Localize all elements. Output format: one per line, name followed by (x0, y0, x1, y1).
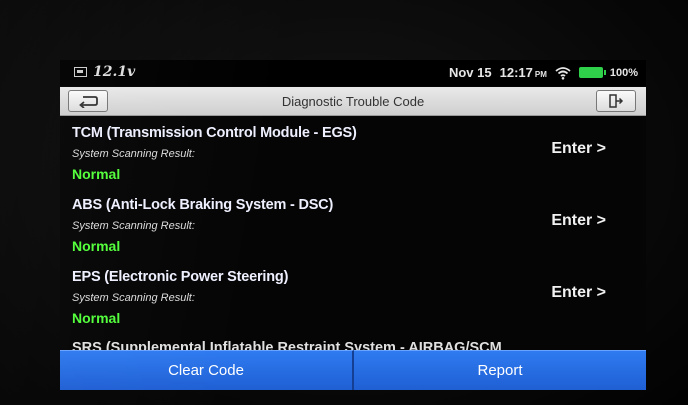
system-item-tcm[interactable]: TCM (Transmission Control Module - EGS) … (60, 116, 646, 188)
enter-button[interactable]: Enter > (551, 140, 606, 158)
bottom-action-bar: Clear Code Report (60, 350, 646, 390)
wifi-icon (555, 66, 571, 80)
system-item-abs[interactable]: ABS (Anti-Lock Braking System - DSC) Sys… (60, 188, 646, 260)
system-name: EPS (Electronic Power Steering) (72, 269, 289, 285)
clear-code-button[interactable]: Clear Code (60, 350, 354, 390)
status-ampm: PM (534, 70, 547, 79)
status-left: 12.1v (74, 64, 135, 80)
status-right: Nov 15 12:17 PM 100% (449, 65, 638, 80)
system-result-label: System Scanning Result: (72, 148, 195, 160)
exit-icon (609, 94, 624, 108)
enter-button[interactable]: Enter > (551, 284, 606, 302)
battery-monitor-icon (74, 67, 87, 77)
system-status: Normal (72, 238, 121, 254)
voltage-readout: 12.1v (93, 64, 136, 80)
system-name: ABS (Anti-Lock Braking System - DSC) (72, 197, 334, 213)
system-result-label: System Scanning Result: (72, 220, 195, 232)
system-list: TCM (Transmission Control Module - EGS) … (60, 116, 646, 350)
system-status: Normal (72, 166, 121, 182)
device-screen: 12.1v Nov 15 12:17 PM 100% Diagnostic Tr… (60, 60, 646, 390)
report-button[interactable]: Report (354, 350, 646, 390)
system-status: Normal (72, 310, 121, 326)
battery-icon (578, 67, 606, 78)
title-bar: Diagnostic Trouble Code (60, 87, 646, 116)
battery-percent: 100% (609, 66, 638, 79)
system-name: TCM (Transmission Control Module - EGS) (72, 125, 357, 141)
enter-button[interactable]: Enter > (551, 212, 606, 230)
status-bar: 12.1v Nov 15 12:17 PM 100% (60, 60, 646, 86)
battery-status: 100% (578, 66, 638, 79)
system-result-label: System Scanning Result: (72, 292, 195, 304)
status-time-group: 12:17 PM (500, 65, 547, 80)
page-title: Diagnostic Trouble Code (281, 94, 425, 109)
exit-button[interactable] (596, 90, 636, 112)
status-time: 12:17 (499, 65, 533, 80)
system-item-eps[interactable]: EPS (Electronic Power Steering) System S… (60, 260, 646, 332)
status-date: Nov 15 (448, 65, 492, 80)
